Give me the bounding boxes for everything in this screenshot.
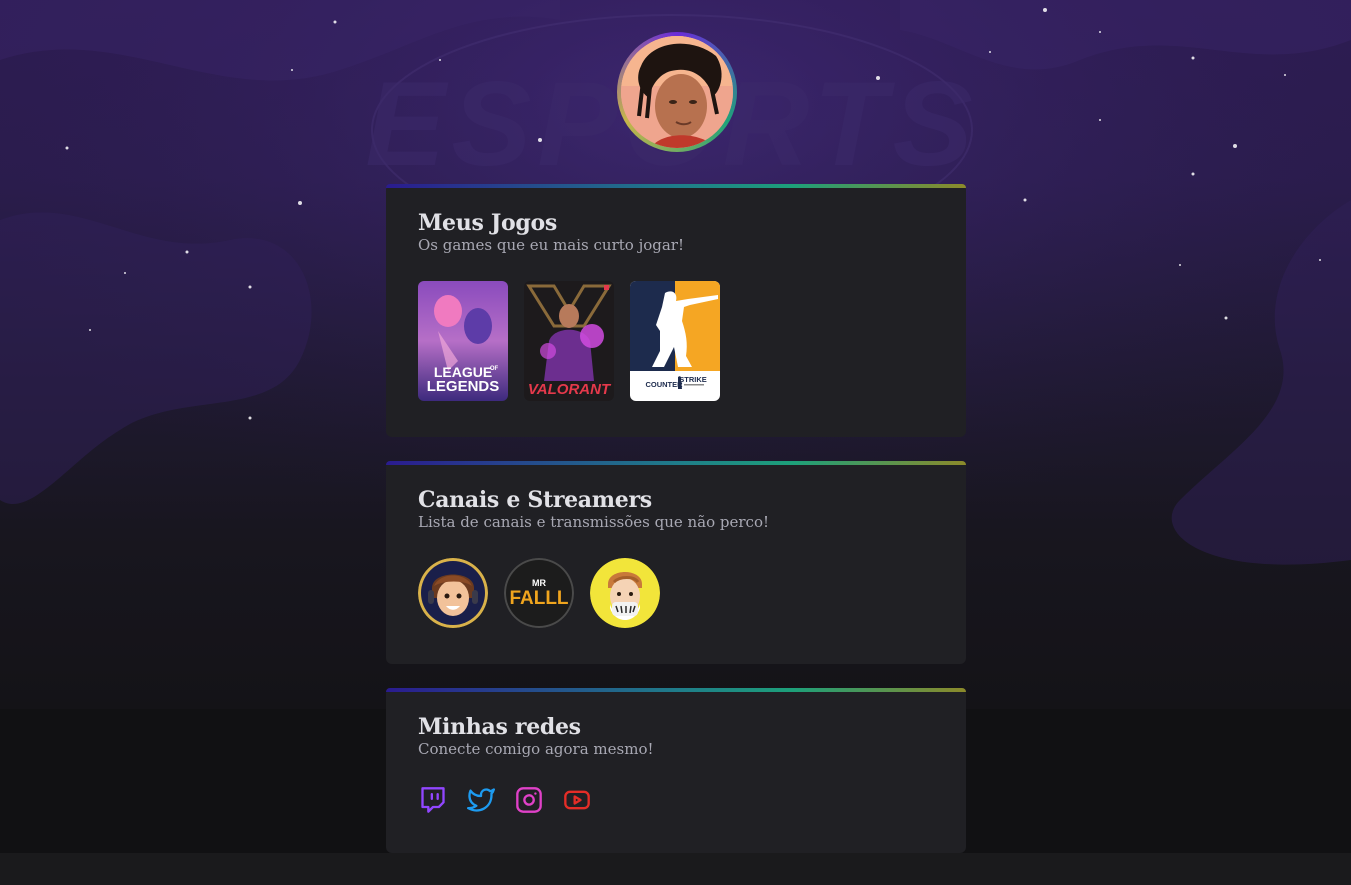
channels-list: MR FALLL [418,558,660,628]
instagram-icon [516,787,542,813]
social-links [418,785,592,815]
games-card: Meus Jogos Os games que eu mais curto jo… [386,184,966,437]
channel-avatar-1[interactable] [418,558,488,628]
profile-avatar [621,36,733,148]
valorant-logo-text: VALORANT [528,381,612,398]
channels-title: Canais e Streamers [418,487,652,513]
twitter-icon [467,788,495,812]
games-title: Meus Jogos [418,210,557,236]
page: ESPORTS [0,0,1351,885]
profile-avatar-ring [617,32,737,152]
league-of-legends-cover: LEAGUE OF LEGENDS [418,281,508,401]
channels-card: Canais e Streamers Lista de canais e tra… [386,461,966,664]
social-title: Minhas redes [418,714,581,740]
twitch-link[interactable] [418,785,448,815]
game-league-of-legends[interactable]: LEAGUE OF LEGENDS [418,281,508,401]
mr-falll-logo-small: MR [532,578,546,588]
youtube-icon [564,790,590,810]
social-subtitle: Conecte comigo agora mesmo! [418,740,654,758]
channel-avatar-mr-falll[interactable]: MR FALLL [504,558,574,628]
footer-strip [0,853,1351,885]
mr-falll-logo-big: FALLL [509,588,568,609]
twitch-icon [421,787,445,813]
game-valorant[interactable]: VALORANT [524,281,614,401]
games-subtitle: Os games que eu mais curto jogar! [418,236,685,254]
game-counter-strike[interactable]: COUNTER STRIKE [630,281,720,401]
cs-logo-left: COUNTER [645,380,683,389]
valorant-cover: VALORANT [524,281,614,401]
games-list: LEAGUE OF LEGENDS VALORANT COUNTER STRIK… [418,281,720,401]
channel-2-image: MR FALLL [504,558,574,628]
channel-1-image [418,558,488,628]
lol-logo-of: OF [490,366,499,372]
cs-logo-right: STRIKE [679,375,707,384]
lol-logo-line2: LEGENDS [427,378,500,395]
counter-strike-cover: COUNTER STRIKE [630,281,720,401]
channel-avatar-3[interactable] [590,558,660,628]
social-card: Minhas redes Conecte comigo agora mesmo! [386,688,966,853]
youtube-link[interactable] [562,785,592,815]
channels-subtitle: Lista de canais e transmissões que não p… [418,513,770,531]
profile-photo [621,36,733,148]
instagram-link[interactable] [514,785,544,815]
twitter-link[interactable] [466,785,496,815]
channel-3-image [590,558,660,628]
